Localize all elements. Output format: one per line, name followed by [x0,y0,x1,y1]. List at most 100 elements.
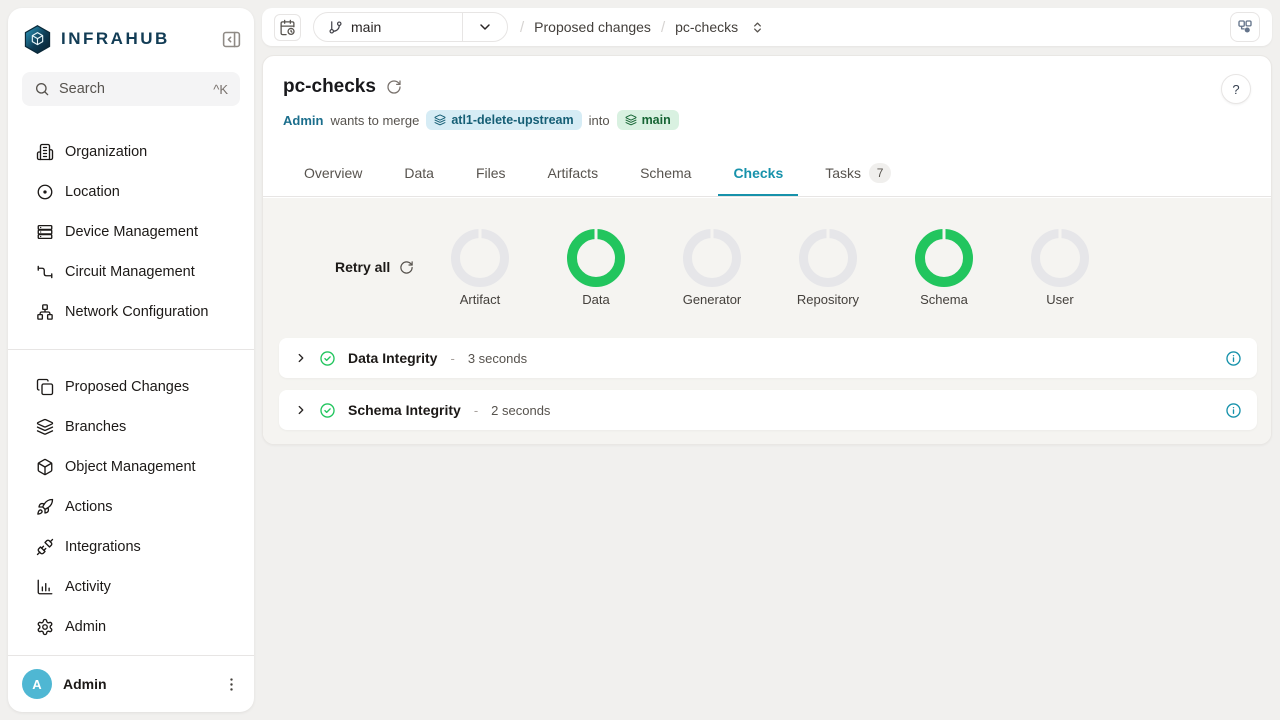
check-circle-icon [319,402,336,419]
target-branch-badge[interactable]: main [617,110,679,130]
branch-selector-current[interactable]: main [314,19,462,35]
check-name: Schema Integrity [348,402,461,418]
check-duration: 2 seconds [491,403,550,418]
tab-checks[interactable]: Checks [718,152,798,196]
topbar: main / Proposed changes / pc-checks [262,8,1272,46]
sidebar-divider [8,349,254,350]
tasks-count-badge: 7 [869,163,891,183]
chevrons-up-down-icon[interactable] [750,20,765,35]
sidebar-item-label: Device Management [65,224,198,240]
gear-icon [36,618,54,636]
check-circle-icon [319,350,336,367]
sidebar-item-label: Circuit Management [65,264,195,280]
sidebar-item-label: Branches [65,419,126,435]
donut-label-artifact: Artifact [420,292,540,307]
tab-bar: Overview Data Files Artifacts Schema Che… [263,152,1271,197]
building-icon [36,143,54,161]
chevron-right-icon[interactable] [294,403,308,417]
check-row-data-integrity[interactable]: Data Integrity - 3 seconds [279,338,1257,378]
sidebar-item-integrations[interactable]: Integrations [8,527,254,567]
cube-icon [36,458,54,476]
source-branch-label: atl1-delete-upstream [451,113,573,127]
sidebar-item-actions[interactable]: Actions [8,487,254,527]
sidebar-item-proposed-changes[interactable]: Proposed Changes [8,367,254,407]
source-branch-badge[interactable]: atl1-delete-upstream [426,110,581,130]
collapse-sidebar-icon[interactable] [221,29,242,50]
breadcrumb-pc-checks[interactable]: pc-checks [675,19,738,35]
bar-chart-icon [36,578,54,596]
donut-schema [915,229,973,287]
sidebar-item-label: Location [65,184,120,200]
sidebar-item-label: Organization [65,144,147,160]
refresh-icon[interactable] [386,79,402,95]
tab-files[interactable]: Files [461,152,521,196]
check-row-schema-integrity[interactable]: Schema Integrity - 2 seconds [279,390,1257,430]
sidebar-item-label: Admin [65,619,106,635]
breadcrumb: / Proposed changes / pc-checks [520,19,765,36]
current-branch-label: main [351,19,381,35]
search-placeholder: Search [59,81,204,97]
kebab-menu-icon[interactable] [223,676,240,693]
refresh-icon [399,260,414,275]
branch-selector[interactable]: main [313,12,508,42]
schema-visualizer-button[interactable] [1230,12,1260,42]
search-icon [34,81,50,97]
donut-generator [683,229,741,287]
check-separator: - [450,351,454,366]
sidebar-item-label: Proposed Changes [65,379,189,395]
avatar: A [22,669,52,699]
info-icon[interactable] [1225,402,1242,419]
donut-user [1031,229,1089,287]
retry-all-label: Retry all [335,259,390,275]
sidebar-item-label: Actions [65,499,113,515]
donut-label-user: User [1000,292,1120,307]
search-input[interactable]: Search ^K [22,72,240,106]
check-duration: 3 seconds [468,351,527,366]
sidebar-item-location[interactable]: Location [8,172,254,212]
donut-label-repository: Repository [768,292,888,307]
sidebar-item-device-management[interactable]: Device Management [8,212,254,252]
workflow-icon [1236,18,1254,36]
into-text: into [589,113,610,128]
sidebar-item-object-management[interactable]: Object Management [8,447,254,487]
breadcrumb-proposed-changes[interactable]: Proposed changes [534,19,651,35]
nav-group-primary: Organization Location Device Management … [8,132,254,332]
sidebar-item-circuit-management[interactable]: Circuit Management [8,252,254,292]
check-name: Data Integrity [348,350,437,366]
proposed-change-panel: pc-checks ? Admin wants to merge atl1-de… [262,55,1272,445]
tab-overview[interactable]: Overview [289,152,377,196]
branch-dropdown-toggle[interactable] [462,13,507,41]
help-button[interactable]: ? [1221,74,1251,104]
retry-all-button[interactable]: Retry all [335,259,414,275]
question-mark-icon: ? [1232,82,1239,97]
sidebar-item-organization[interactable]: Organization [8,132,254,172]
sidebar-item-activity[interactable]: Activity [8,567,254,607]
sidebar-item-label: Network Configuration [65,304,208,320]
sidebar-item-admin[interactable]: Admin [8,607,254,647]
time-travel-button[interactable] [274,14,301,41]
tab-schema[interactable]: Schema [625,152,706,196]
layers-icon [36,418,54,436]
author-link[interactable]: Admin [283,113,323,128]
chevron-right-icon[interactable] [294,351,308,365]
tab-tasks[interactable]: Tasks 7 [810,152,906,196]
info-icon[interactable] [1225,350,1242,367]
calendar-clock-icon [279,19,296,36]
tab-artifacts[interactable]: Artifacts [533,152,614,196]
sidebar-item-label: Object Management [65,459,196,475]
donut-label-generator: Generator [652,292,772,307]
nav-group-secondary: Proposed Changes Branches Object Managem… [8,367,254,647]
logo-row: INFRAHUB [22,22,242,56]
cable-icon [36,263,54,281]
sidebar-item-network-configuration[interactable]: Network Configuration [8,292,254,332]
search-shortcut: ^K [213,82,228,97]
user-menu[interactable]: A Admin [8,655,254,712]
breadcrumb-separator: / [661,19,665,36]
git-branch-icon [328,20,343,35]
merge-text: wants to merge [330,113,419,128]
tab-data[interactable]: Data [389,152,449,196]
page-title: pc-checks [283,76,376,98]
chevron-down-icon [477,19,493,35]
sidebar-item-branches[interactable]: Branches [8,407,254,447]
checks-tab-panel: Retry all Artifact Data Generator Reposi… [263,198,1271,444]
